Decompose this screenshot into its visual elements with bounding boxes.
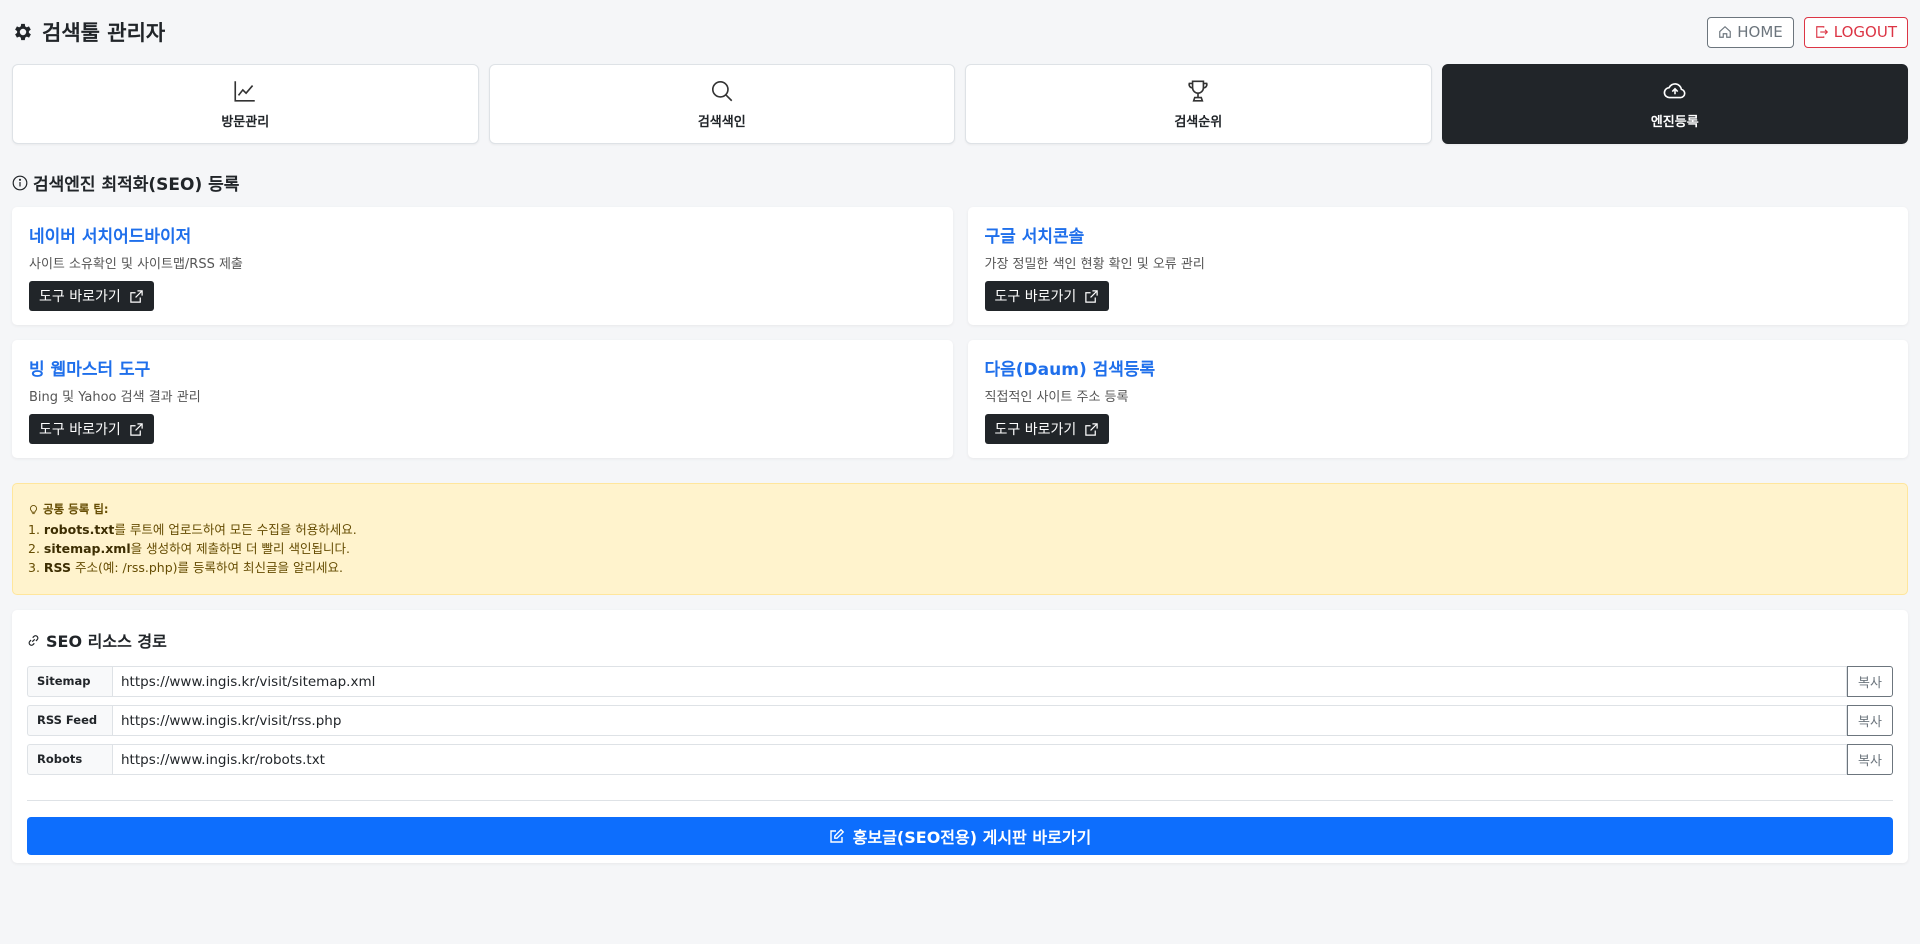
- external-link-icon: [1085, 289, 1098, 303]
- line-chart-icon: [234, 81, 255, 102]
- tip-item: 1. robots.txt를 루트에 업로드하여 모든 수집을 허용하세요.: [28, 520, 1892, 539]
- resource-label: Sitemap: [27, 666, 112, 697]
- tool-desc: 사이트 소유확인 및 사이트맵/RSS 제출: [29, 257, 243, 272]
- house-icon: [1719, 25, 1732, 38]
- tool-desc: Bing 및 Yahoo 검색 결과 관리: [29, 390, 201, 405]
- link-icon: [28, 634, 39, 646]
- tips-heading-text: 공통 등록 팁:: [43, 502, 109, 516]
- external-link-icon: [130, 289, 143, 303]
- tab-visit[interactable]: 방문관리: [12, 64, 479, 144]
- tool-card-naver: 네이버 서치어드바이저 사이트 소유확인 및 사이트맵/RSS 제출 도구 바로…: [12, 207, 953, 325]
- external-link-icon: [1085, 422, 1098, 436]
- home-button[interactable]: HOME: [1707, 16, 1794, 48]
- home-label: HOME: [1737, 23, 1783, 41]
- logout-icon: [1815, 26, 1828, 38]
- tab-rank[interactable]: 검색순위: [965, 64, 1432, 144]
- tab-label: 검색색인: [697, 115, 746, 130]
- page: 검색툴 관리자 HOME LOGOUT 방문관리 검색색인 검색순위 엔진등록 …: [0, 0, 1920, 944]
- tool-title: 빙 웹마스터 도구: [29, 360, 151, 380]
- tips-heading: 공통 등록 팁:: [28, 500, 1892, 519]
- gear-icon: [15, 23, 31, 41]
- tab-label: 엔진등록: [1650, 115, 1699, 130]
- resources-title-text: SEO 리소스 경로: [46, 632, 167, 651]
- section-title-text: 검색엔진 최적화(SEO) 등록: [33, 175, 240, 195]
- info-circle-icon: [12, 175, 28, 190]
- cloud-upload-icon: [1663, 83, 1686, 99]
- tool-open-label: 도구 바로가기: [994, 422, 1077, 438]
- search-icon: [711, 80, 733, 102]
- tool-title: 다음(Daum) 검색등록: [984, 360, 1156, 380]
- tip-number: 2.: [28, 541, 44, 556]
- tool-open-button[interactable]: 도구 바로가기: [984, 414, 1110, 444]
- tip-item: 2. sitemap.xml을 생성하여 제출하면 더 빨리 색인됩니다.: [28, 539, 1892, 558]
- tab-index[interactable]: 검색색인: [488, 64, 955, 144]
- tip-number: 1.: [28, 522, 44, 537]
- external-link-icon: [130, 422, 143, 436]
- tab-label: 검색순위: [1174, 115, 1223, 130]
- tool-open-label: 도구 바로가기: [994, 289, 1077, 305]
- seo-board-label: 홍보글(SEO전용) 게시판 바로가기: [852, 828, 1092, 847]
- lightbulb-icon: [29, 505, 38, 515]
- divider: [27, 800, 1893, 801]
- tool-open-button[interactable]: 도구 바로가기: [29, 281, 154, 311]
- tool-open-label: 도구 바로가기: [39, 289, 121, 305]
- tab-label: 방문관리: [221, 115, 270, 130]
- tool-title: 네이버 서치어드바이저: [29, 227, 192, 247]
- tool-card-daum: 다음(Daum) 검색등록 직접적인 사이트 주소 등록 도구 바로가기: [967, 340, 1908, 458]
- tool-open-label: 도구 바로가기: [39, 422, 121, 438]
- tip-keyword: RSS: [43, 560, 71, 575]
- nav-tabs: 방문관리 검색색인 검색순위 엔진등록: [12, 64, 1908, 144]
- header: 검색툴 관리자 HOME LOGOUT: [12, 0, 1908, 64]
- trophy-icon: [1188, 80, 1208, 102]
- copy-button[interactable]: 복사: [1847, 666, 1893, 697]
- tool-open-button[interactable]: 도구 바로가기: [29, 414, 154, 444]
- sitemap-url-field[interactable]: [112, 666, 1847, 697]
- resource-label: RSS Feed: [27, 705, 112, 736]
- tip-keyword: robots.txt: [43, 522, 115, 537]
- tips-alert: 공통 등록 팁: 1. robots.txt를 루트에 업로드하여 모든 수집을…: [12, 483, 1908, 595]
- tip-text: 을 생성하여 제출하면 더 빨리 색인됩니다.: [130, 541, 350, 556]
- section-title: 검색엔진 최적화(SEO) 등록: [12, 170, 1908, 195]
- page-title: 검색툴 관리자: [42, 21, 166, 45]
- copy-button[interactable]: 복사: [1847, 744, 1893, 775]
- edit-icon: [830, 828, 844, 843]
- tip-text: 주소(예: /rss.php)를 등록하여 최신글을 알리세요.: [70, 560, 343, 575]
- resource-label: Robots: [27, 744, 112, 775]
- copy-button[interactable]: 복사: [1847, 705, 1893, 736]
- tip-text: 를 루트에 업로드하여 모든 수집을 허용하세요.: [114, 522, 357, 537]
- tip-keyword: sitemap.xml: [43, 541, 131, 556]
- resources-title: SEO 리소스 경로: [27, 628, 1893, 652]
- tool-cards: 네이버 서치어드바이저 사이트 소유확인 및 사이트맵/RSS 제출 도구 바로…: [12, 207, 1908, 458]
- robots-url-field[interactable]: [112, 744, 1847, 775]
- tab-engine[interactable]: 엔진등록: [1441, 64, 1908, 144]
- resource-row-rss: RSS Feed 복사: [27, 705, 1893, 736]
- tool-desc: 가장 정밀한 색인 현황 확인 및 오류 관리: [984, 257, 1205, 272]
- tool-desc: 직접적인 사이트 주소 등록: [984, 390, 1129, 405]
- tip-item: 3. RSS 주소(예: /rss.php)를 등록하여 최신글을 알리세요.: [28, 558, 1892, 577]
- tool-title: 구글 서치콘솔: [984, 227, 1085, 247]
- logout-label: LOGOUT: [1833, 23, 1897, 41]
- resource-rows: Sitemap 복사 RSS Feed 복사 Robots 복사: [27, 666, 1893, 775]
- header-buttons: HOME LOGOUT: [1707, 16, 1908, 48]
- logout-button[interactable]: LOGOUT: [1803, 16, 1908, 48]
- tool-open-button[interactable]: 도구 바로가기: [984, 281, 1110, 311]
- tool-card-google: 구글 서치콘솔 가장 정밀한 색인 현황 확인 및 오류 관리 도구 바로가기: [967, 207, 1908, 325]
- seo-board-button[interactable]: 홍보글(SEO전용) 게시판 바로가기: [27, 817, 1893, 855]
- tip-number: 3.: [28, 560, 44, 575]
- resource-row-robots: Robots 복사: [27, 744, 1893, 775]
- rss-url-field[interactable]: [112, 705, 1847, 736]
- resource-row-sitemap: Sitemap 복사: [27, 666, 1893, 697]
- tool-card-bing: 빙 웹마스터 도구 Bing 및 Yahoo 검색 결과 관리 도구 바로가기: [12, 340, 953, 458]
- seo-resources-panel: SEO 리소스 경로 Sitemap 복사 RSS Feed 복사 Robots…: [12, 610, 1908, 863]
- brand: 검색툴 관리자: [12, 17, 165, 47]
